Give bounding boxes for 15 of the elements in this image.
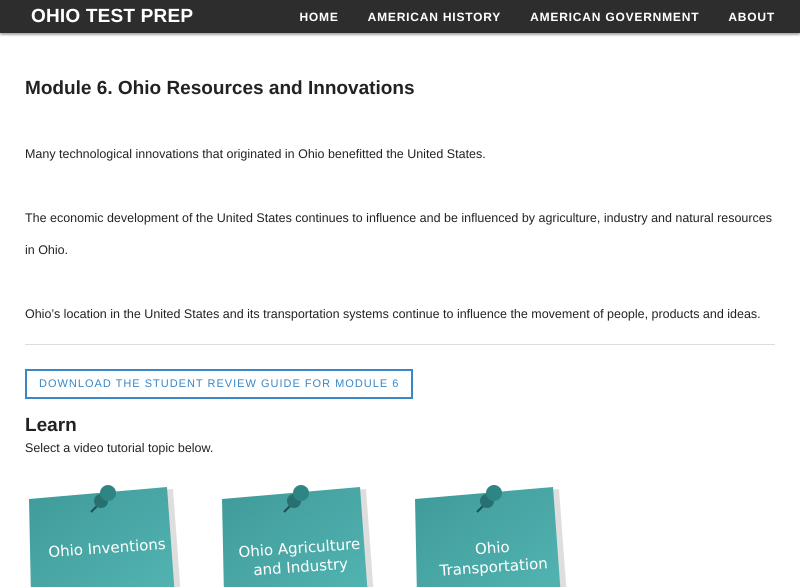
download-button[interactable]: DOWNLOAD THE STUDENT REVIEW GUIDE FOR MODULE 6 [25, 369, 414, 399]
paragraph: The economic development of the United States continues to influence and be influenced by agriculture, industry and natural resources in Ohio. [25, 210, 773, 259]
nav-link[interactable]: AMERICAN HISTORY [368, 10, 502, 24]
site-logo[interactable]: OHIO TEST PREP [31, 6, 194, 28]
topic-label: Ohio Transportation [438, 536, 550, 582]
topic-label: Ohio Agriculture and Industry [236, 534, 362, 582]
page-title: Module 6. Ohio Resources and Innovations [25, 78, 416, 100]
nav-link[interactable]: HOME [299, 10, 339, 24]
section-heading: Learn [25, 415, 78, 437]
section-subtitle: Select a video tutorial topic below. [25, 441, 214, 455]
nav-link[interactable]: ABOUT [728, 10, 775, 24]
paragraph: Many technological innovations that originated in Ohio benefitted the United States. [25, 146, 487, 163]
nav-link[interactable]: AMERICAN GOVERNMENT [530, 10, 700, 24]
paragraph: Ohio’s location in the United States and its transportation systems continue to influence the movement of people, products and ideas. [25, 306, 762, 323]
topic-label: Ohio Inventions [46, 534, 168, 563]
